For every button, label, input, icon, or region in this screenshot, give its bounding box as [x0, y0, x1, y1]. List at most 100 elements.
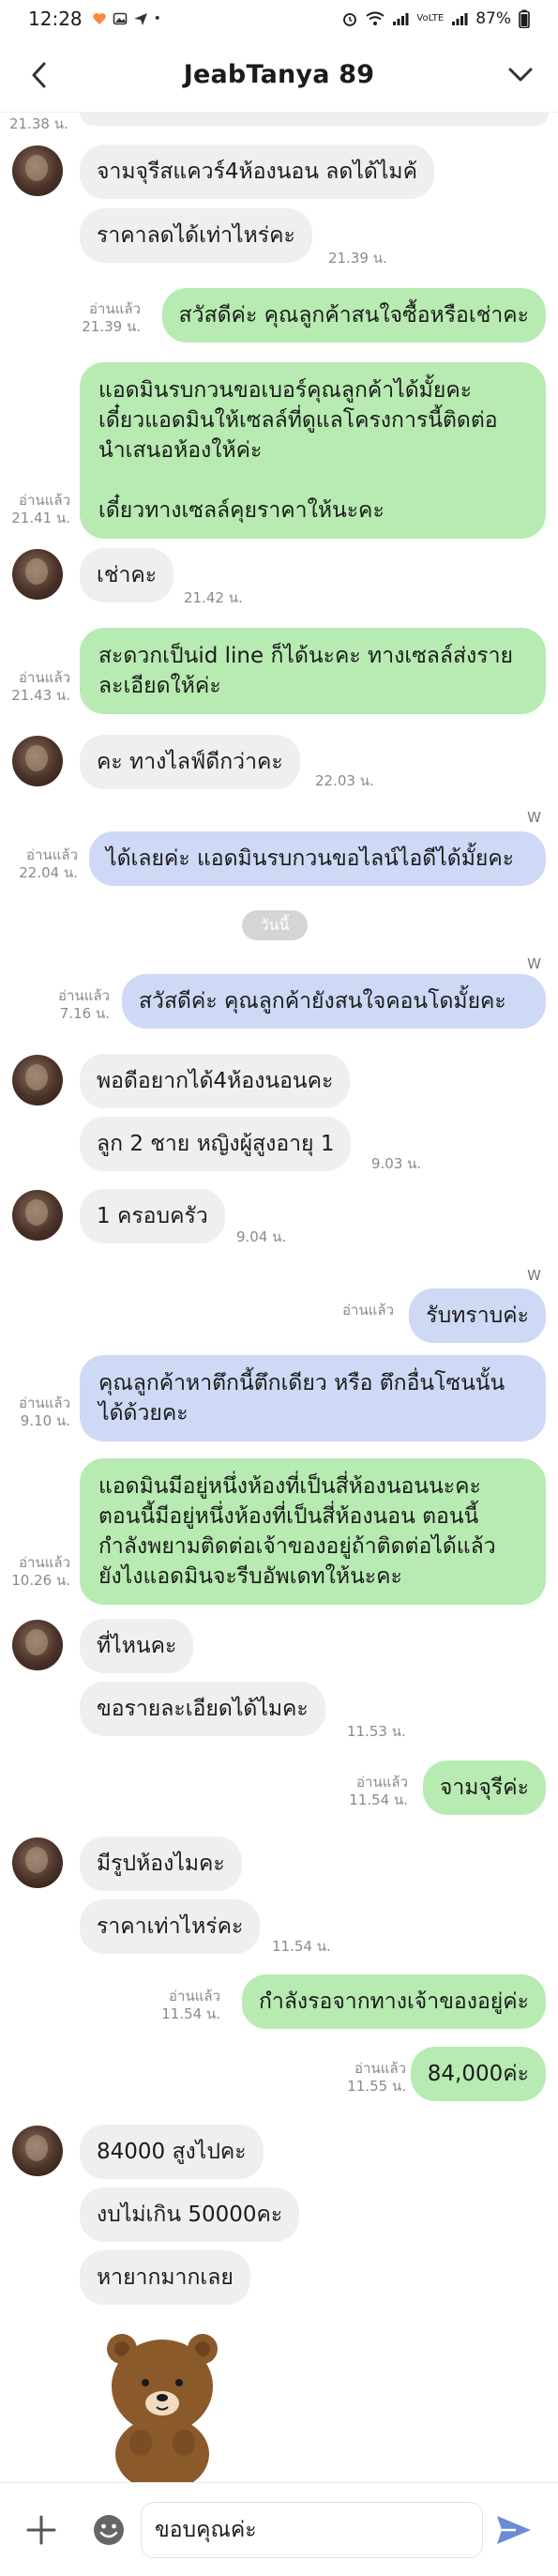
signal-icon — [393, 13, 409, 25]
read-receipt: อ่านแล้ว 21.43 น. — [0, 669, 70, 705]
menu-toggle-button[interactable] — [504, 58, 537, 92]
message-bubble-out[interactable]: กำลังรอจากทางเจ้าของอยู่ค่ะ — [241, 1974, 546, 2029]
avatar[interactable] — [12, 549, 63, 600]
chat-header: JeabTanya 89 — [0, 38, 558, 113]
message-bubble-out[interactable]: จามจุรีค่ะ — [422, 1761, 546, 1815]
read-receipt: อ่านแล้ว 21.39 น. — [28, 300, 141, 336]
read-label: อ่านแล้ว — [19, 1395, 70, 1411]
read-receipt: อ่านแล้ว 10.26 น. — [0, 1554, 70, 1590]
message-time: 22.03 น. — [315, 772, 374, 789]
message-time: 11.55 น. — [347, 2078, 406, 2095]
message-time: 21.41 น. — [11, 510, 70, 526]
message-time: 9.04 น. — [236, 1228, 287, 1245]
read-receipt: อ่านแล้ว — [300, 1302, 394, 1319]
message-time: 21.43 น. — [11, 687, 70, 704]
sender-tag: W — [527, 1267, 541, 1284]
message-bubble-out[interactable]: แอดมินมีอยู่หนึ่งห้องที่เป็นสี่ห้องนอนนะ… — [80, 1458, 546, 1605]
message-bubble-in[interactable]: ขอรายละเอียดได้ไมคะ — [80, 1682, 325, 1736]
send-arrow-icon — [133, 13, 147, 25]
avatar[interactable] — [12, 1190, 63, 1241]
message-bubble-in[interactable]: จามจุรีสแควร์4ห้องนอน ลดได้ไมค้ — [80, 145, 434, 199]
message-input[interactable] — [141, 2502, 483, 2558]
read-receipt: อ่านแล้ว 11.54 น. — [127, 1988, 220, 2023]
message-bubble-in[interactable]: พอดีอยากได้4ห้องนอนคะ — [80, 1054, 351, 1108]
read-label: อ่านแล้ว — [19, 492, 70, 509]
message-time: 11.54 น. — [349, 1791, 408, 1808]
message-bubble-out[interactable]: รับทราบค่ะ — [409, 1288, 546, 1343]
status-bar: 12:28 • VoLTE 87% — [0, 0, 558, 38]
avatar[interactable] — [12, 1837, 63, 1888]
read-label: อ่านแล้ว — [19, 1554, 70, 1571]
status-time: 12:28 — [28, 8, 83, 30]
notification-icons: • — [92, 11, 161, 26]
message-time: 11.54 น. — [272, 1938, 331, 1955]
read-label: อ่านแล้ว — [89, 300, 141, 317]
message-composer — [0, 2482, 558, 2576]
read-label: อ่านแล้ว — [342, 1302, 394, 1318]
avatar[interactable] — [12, 736, 63, 786]
volte-label: VoLTE — [416, 13, 445, 23]
message-bubble-out[interactable]: สะดวกเป็นid line ก็ได้นะคะ ทางเซลล์ส่งรา… — [80, 628, 546, 714]
wifi-icon — [366, 11, 385, 25]
message-time: 22.04 น. — [19, 864, 78, 881]
back-button[interactable] — [23, 58, 56, 92]
avatar[interactable] — [12, 1620, 63, 1670]
message-bubble-in[interactable]: หายากมากเลย — [80, 2250, 250, 2305]
read-receipt: อ่านแล้ว 9.10 น. — [0, 1395, 70, 1430]
message-time: 21.39 น. — [82, 318, 141, 335]
message-time: 9.10 น. — [20, 1412, 70, 1429]
chevron-left-icon — [32, 62, 46, 88]
gallery-icon — [113, 12, 127, 25]
message-time: 10.26 น. — [11, 1572, 70, 1589]
battery-percent: 87% — [475, 9, 511, 28]
plus-icon[interactable] — [23, 2511, 60, 2549]
read-label: อ่านแล้ว — [354, 2060, 406, 2077]
message-bubble-in[interactable]: ราคาเท่าไหร่คะ — [80, 1899, 261, 1954]
message-bubble-out[interactable]: 84,000ค่ะ — [410, 2047, 546, 2101]
message-bubble-in[interactable]: 84000 สูงไปคะ — [80, 2125, 264, 2179]
read-label: อ่านแล้ว — [169, 1988, 220, 2004]
read-receipt: อ่านแล้ว 21.41 น. — [0, 492, 70, 527]
message-bubble-out[interactable]: แอดมินรบกวนขอเบอร์คุณลูกค้าได้มั้ยคะ เดี… — [80, 362, 546, 539]
message-time: 11.54 น. — [161, 2005, 220, 2022]
chat-messages[interactable]: 21.38 น. จามจุรีสแควร์4ห้องนอน ลดได้ไมค้… — [0, 113, 558, 2482]
message-bubble-in[interactable]: คะ ทางไลฟ์ดีกว่าคะ — [80, 735, 300, 789]
message-bubble-in[interactable]: ราคาลดได้เท่าไหร่คะ — [80, 208, 312, 263]
sender-tag: W — [527, 955, 541, 972]
message-bubble-out[interactable]: สวัสดีค่ะ คุณลูกค้าสนใจซื้อหรือเช่าคะ — [161, 288, 546, 343]
sender-tag: W — [527, 809, 541, 826]
send-icon[interactable] — [495, 2513, 533, 2547]
emoji-icon[interactable] — [92, 2513, 126, 2547]
avatar[interactable] — [12, 145, 63, 196]
message-time: 11.53 น. — [347, 1723, 406, 1740]
read-receipt: อ่านแล้ว 11.54 น. — [314, 1774, 408, 1809]
message-bubble-in[interactable]: ลูก 2 ชาย หญิงผู้สูงอายุ 1 — [80, 1117, 352, 1171]
message-bubble-out[interactable]: คุณลูกค้าหาตึกนี้ตึกเดียว หรือ ตึกอื่นโซ… — [80, 1355, 546, 1441]
heart-app-icon — [92, 13, 106, 24]
read-label: อ่านแล้ว — [26, 846, 78, 863]
bear-sticker[interactable] — [103, 2323, 221, 2482]
read-receipt: อ่านแล้ว 11.55 น. — [312, 2060, 406, 2096]
message-time: 7.16 น. — [59, 1005, 110, 1022]
chevron-down-icon — [508, 68, 533, 82]
message-bubble-in[interactable]: 1 ครอบครัว — [80, 1189, 225, 1243]
message-bubble-in[interactable]: ที่ไหนคะ — [80, 1619, 194, 1673]
read-label: อ่านแล้ว — [356, 1774, 408, 1791]
system-icons: VoLTE 87% — [341, 9, 530, 28]
message-time: 21.42 น. — [184, 589, 243, 606]
alarm-icon — [343, 13, 357, 26]
avatar[interactable] — [12, 1055, 63, 1105]
message-bubble-out[interactable]: ได้เลยค่ะ แอดมินรบกวนขอไลน์ไอดีได้มั้ยคะ — [89, 831, 546, 886]
message-bubble-out[interactable]: สวัสดีค่ะ คุณลูกค้ายังสนใจคอนโดมั้ยคะ — [122, 974, 546, 1029]
chat-title: JeabTanya 89 — [183, 60, 375, 89]
read-receipt: อ่านแล้ว 7.16 น. — [16, 987, 110, 1023]
read-receipt: อ่านแล้ว 22.04 น. — [3, 846, 78, 882]
message-bubble-in[interactable]: เช่าคะ — [80, 548, 174, 602]
message-time: 9.03 น. — [371, 1155, 422, 1172]
message-time: 21.38 น. — [9, 115, 68, 132]
signal-icon-2 — [452, 13, 468, 25]
message-bubble-in[interactable]: งบไม่เกิน 50000คะ — [80, 2187, 300, 2242]
message-time: 21.39 น. — [328, 250, 387, 267]
avatar[interactable] — [12, 2126, 63, 2176]
message-bubble-in[interactable]: มีรูปห้องไมคะ — [80, 1837, 242, 1891]
